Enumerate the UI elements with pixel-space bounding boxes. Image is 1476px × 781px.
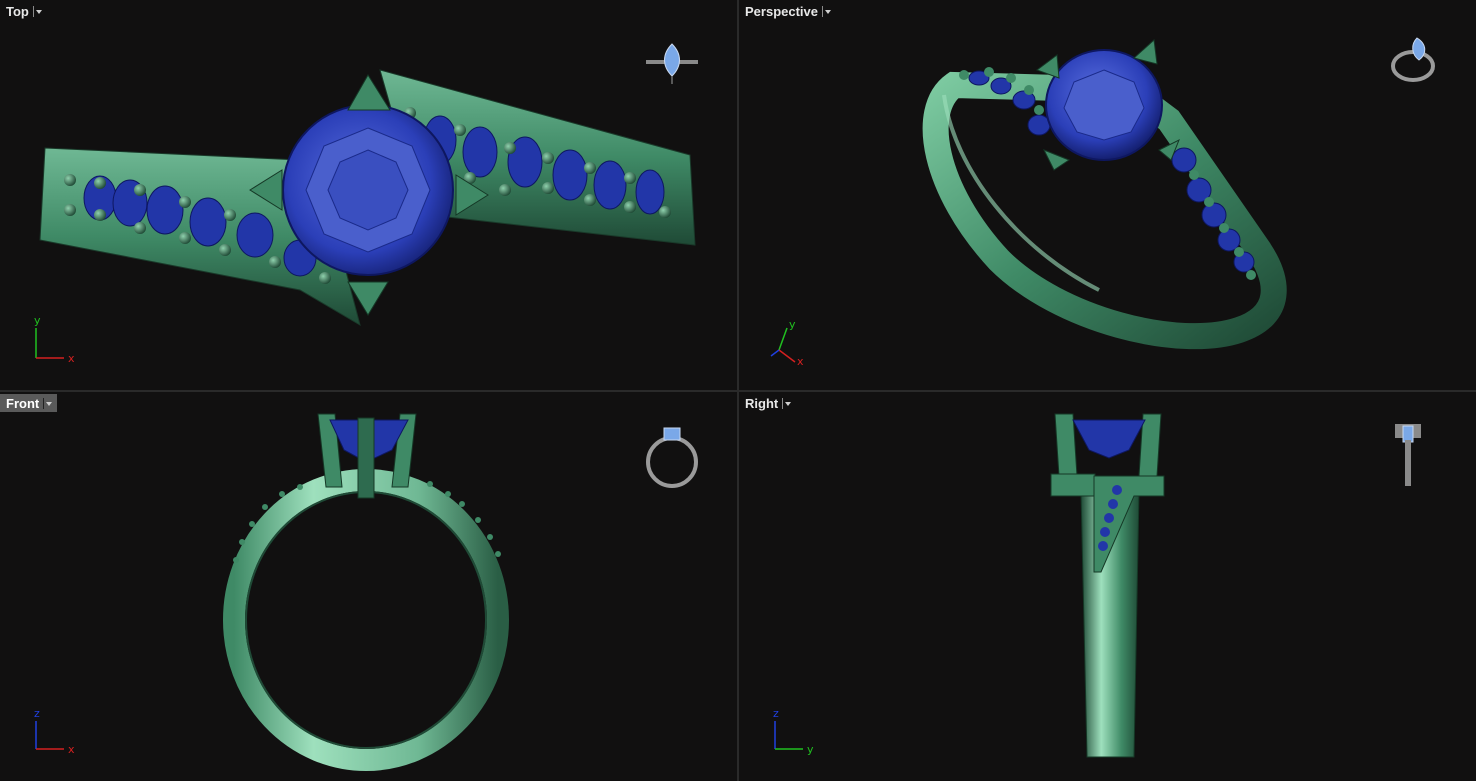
view-cube-ring-thumbnail-icon[interactable] xyxy=(640,40,704,86)
axis-x-label: x xyxy=(68,352,75,365)
axis-z-label: z xyxy=(34,707,40,720)
viewport-label-top[interactable]: Top xyxy=(0,2,47,20)
viewport-label-right[interactable]: Right xyxy=(739,394,796,412)
viewport-perspective[interactable]: Perspective y x xyxy=(739,0,1476,390)
axis-triad-icon: y x xyxy=(770,318,804,366)
dropdown-caret-icon[interactable] xyxy=(32,5,43,17)
viewport-title: Front xyxy=(6,395,40,411)
viewport-title: Right xyxy=(745,395,779,411)
axis-y-label: y xyxy=(807,743,814,756)
viewport-label-front[interactable]: Front xyxy=(0,394,58,412)
axis-x-label: x xyxy=(68,743,75,756)
axis-triad-icon: z x xyxy=(34,707,75,756)
ring-model-top-view[interactable] xyxy=(0,0,737,390)
viewport-title: Top xyxy=(6,3,29,19)
ring-model-right-view[interactable] xyxy=(739,392,1476,781)
axis-x-label: x xyxy=(797,355,804,366)
dropdown-caret-icon[interactable] xyxy=(782,397,792,409)
axis-y-label: y xyxy=(34,316,41,327)
view-cube-ring-thumbnail-icon[interactable] xyxy=(1387,32,1443,88)
dropdown-caret-icon[interactable] xyxy=(43,397,53,409)
axis-triad-icon: y x xyxy=(34,316,75,365)
dropdown-caret-icon[interactable] xyxy=(822,5,832,17)
view-cube-ring-thumbnail-icon[interactable] xyxy=(1389,420,1429,490)
axis-y-label: y xyxy=(789,318,796,331)
viewport-title: Perspective xyxy=(745,3,818,19)
axis-triad-icon: z y xyxy=(773,707,814,756)
viewport-right[interactable]: Right z y xyxy=(739,392,1476,781)
viewport-front[interactable]: Front z x xyxy=(0,392,737,781)
ring-model-perspective-view[interactable] xyxy=(739,0,1476,390)
viewport-top[interactable]: Top y x xyxy=(0,0,737,390)
view-cube-ring-thumbnail-icon[interactable] xyxy=(640,420,704,490)
axis-z-label: z xyxy=(773,707,779,720)
ring-model-front-view[interactable] xyxy=(0,392,737,781)
viewport-label-perspective[interactable]: Perspective xyxy=(739,2,836,20)
